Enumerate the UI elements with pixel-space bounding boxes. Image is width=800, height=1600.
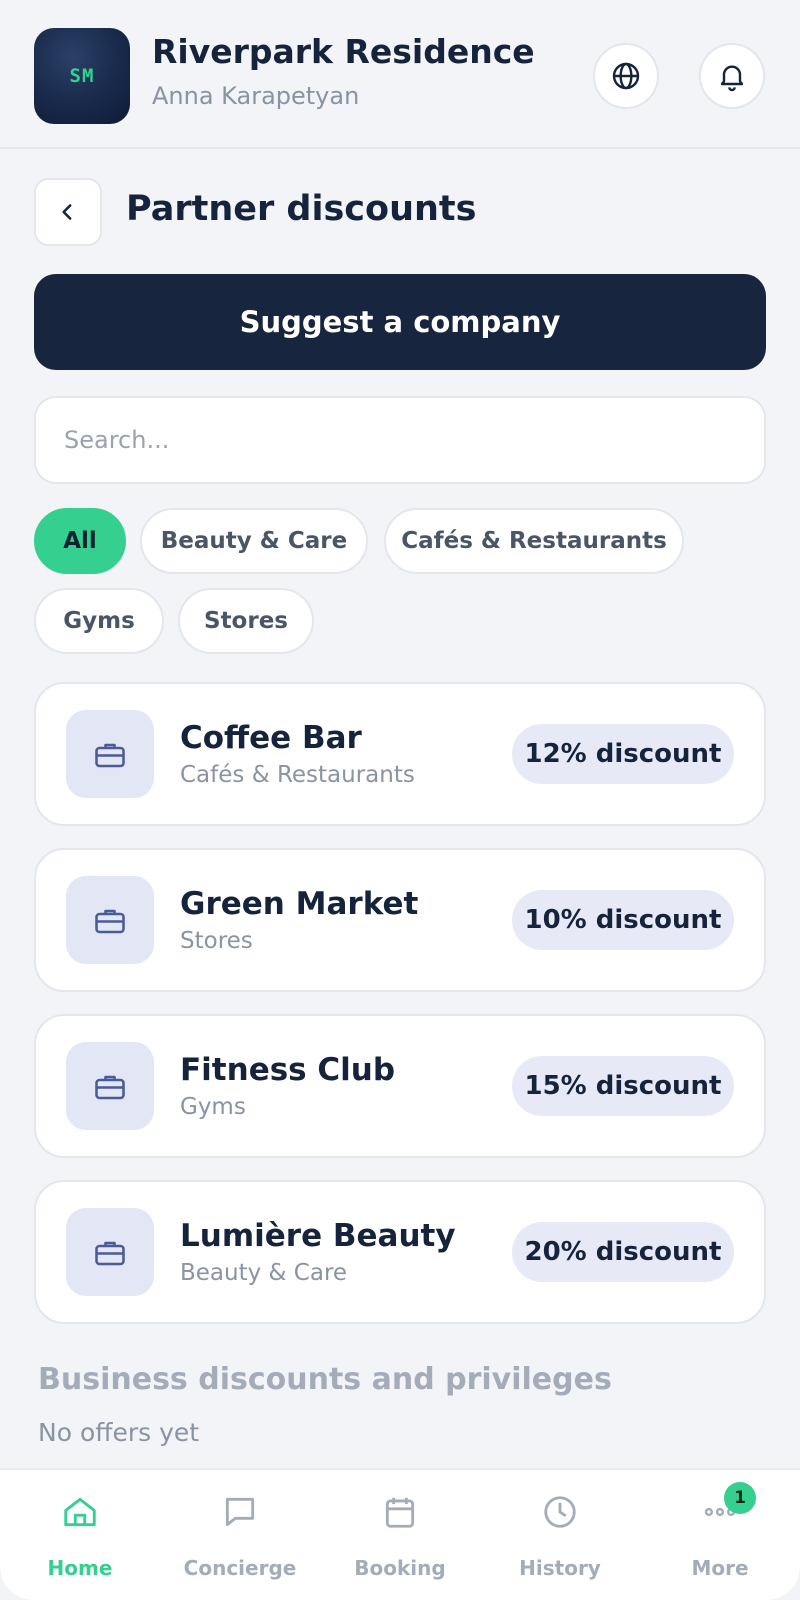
chat-icon: [220, 1492, 260, 1532]
partner-card[interactable]: Green Market Stores 10% discount: [34, 848, 766, 992]
discount-badge: 20% discount: [512, 1222, 734, 1282]
nav-label: More: [691, 1556, 749, 1580]
app-logo: SM: [34, 28, 130, 124]
nav-concierge[interactable]: Concierge: [160, 1470, 320, 1600]
language-button[interactable]: [593, 43, 659, 109]
business-section-empty: No offers yet: [38, 1418, 200, 1447]
back-button[interactable]: [34, 178, 102, 246]
partner-name: Green Market: [180, 886, 419, 922]
partner-name: Fitness Club: [180, 1052, 396, 1088]
logo-text: SM: [69, 65, 95, 87]
partner-icon-box: [66, 710, 154, 798]
user-name: Anna Karapetyan: [152, 82, 360, 110]
partner-icon-box: [66, 1042, 154, 1130]
globe-icon: [612, 62, 640, 90]
search-field[interactable]: [34, 396, 766, 484]
partner-icon-box: [66, 876, 154, 964]
filter-chip-stores[interactable]: Stores: [178, 588, 314, 654]
discount-badge: 10% discount: [512, 890, 734, 950]
partner-icon-box: [66, 1208, 154, 1296]
nav-label: Home: [47, 1556, 113, 1580]
partner-card[interactable]: Lumière Beauty Beauty & Care 20% discoun…: [34, 1180, 766, 1324]
nav-booking[interactable]: Booking: [320, 1470, 480, 1600]
bottom-nav: Home Concierge Booking History More: [0, 1468, 800, 1600]
nav-label: History: [519, 1556, 601, 1580]
app-screen: SM Riverpark Residence Anna Karapetyan P…: [0, 0, 800, 1600]
page-title: Partner discounts: [126, 189, 477, 229]
clock-icon: [540, 1492, 580, 1532]
search-input[interactable]: [36, 398, 764, 482]
discount-badge: 15% discount: [512, 1056, 734, 1116]
partner-card[interactable]: Coffee Bar Cafés & Restaurants 12% disco…: [34, 682, 766, 826]
calendar-icon: [380, 1492, 420, 1532]
partner-category: Cafés & Restaurants: [180, 762, 415, 788]
nav-label: Concierge: [183, 1556, 297, 1580]
briefcase-icon: [95, 1241, 125, 1266]
suggest-company-button[interactable]: Suggest a company: [34, 274, 766, 370]
nav-history[interactable]: History: [480, 1470, 640, 1600]
partner-name: Lumière Beauty: [180, 1218, 456, 1254]
notifications-button[interactable]: [699, 43, 765, 109]
residence-name: Riverpark Residence: [152, 32, 535, 71]
chevron-left-icon: [62, 204, 72, 220]
briefcase-icon: [95, 743, 125, 768]
bell-icon: [720, 65, 744, 92]
filter-chip-gyms[interactable]: Gyms: [34, 588, 164, 654]
nav-home[interactable]: Home: [0, 1470, 160, 1600]
more-notification-badge: 1: [724, 1482, 756, 1514]
discount-badge: 12% discount: [512, 724, 734, 784]
briefcase-icon: [95, 909, 125, 934]
filter-chip-cafes-restaurants[interactable]: Cafés & Restaurants: [384, 508, 684, 574]
partner-category: Stores: [180, 928, 253, 954]
partner-card[interactable]: Fitness Club Gyms 15% discount: [34, 1014, 766, 1158]
home-icon: [60, 1492, 100, 1532]
partner-name: Coffee Bar: [180, 720, 362, 756]
partner-category: Gyms: [180, 1094, 246, 1120]
briefcase-icon: [95, 1075, 125, 1100]
filter-chip-all[interactable]: All: [34, 508, 126, 574]
nav-label: Booking: [354, 1556, 446, 1580]
nav-more[interactable]: More: [640, 1470, 800, 1600]
app-header: SM Riverpark Residence Anna Karapetyan: [0, 0, 800, 149]
filter-chip-beauty-care[interactable]: Beauty & Care: [140, 508, 368, 574]
business-section-title: Business discounts and privileges: [38, 1362, 612, 1397]
partner-category: Beauty & Care: [180, 1260, 348, 1286]
